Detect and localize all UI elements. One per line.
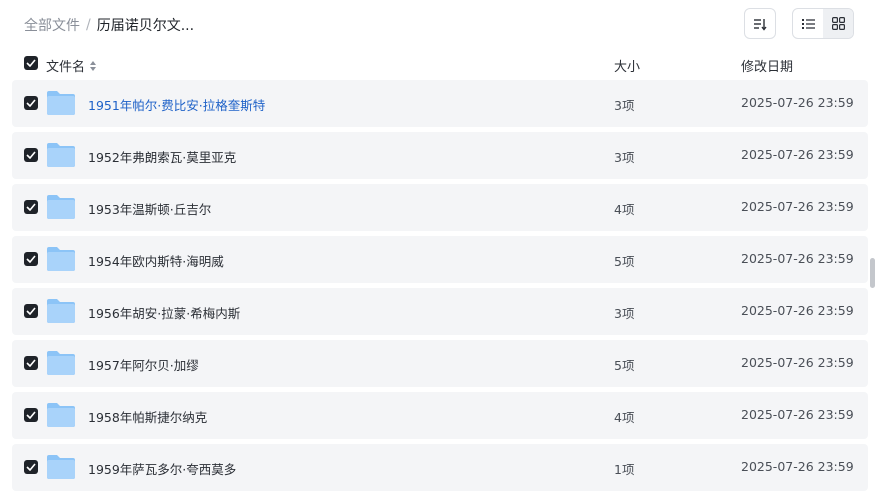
file-row[interactable]: 1956年胡安·拉蒙·希梅内斯 3项 2025-07-26 23:59: [12, 288, 868, 335]
breadcrumb-separator: /: [86, 17, 91, 33]
breadcrumb-current: 历届诺贝尔文...: [96, 18, 195, 34]
file-modified-date: 2025-07-26 23:59: [741, 459, 854, 474]
row-checkbox[interactable]: [24, 304, 38, 318]
checkmark-icon: [26, 463, 36, 471]
checkmark-icon: [26, 255, 36, 263]
folder-icon: [47, 403, 75, 427]
grid-view-icon: [831, 17, 845, 30]
file-name[interactable]: 1956年胡安·拉蒙·希梅内斯: [88, 303, 240, 322]
checkmark-icon: [26, 203, 36, 211]
file-row[interactable]: 1952年弗朗索瓦·莫里亚克 3项 2025-07-26 23:59: [12, 132, 868, 179]
column-header-name-label: 文件名: [46, 60, 86, 75]
select-all-checkbox[interactable]: [24, 56, 38, 71]
folder-icon: [47, 299, 75, 323]
file-item-count: 5项: [614, 358, 635, 373]
row-checkbox[interactable]: [24, 356, 38, 370]
scrollbar-thumb[interactable]: [870, 258, 875, 288]
top-bar: 全部文件 / 历届诺贝尔文...: [0, 0, 878, 48]
file-item-count: 3项: [614, 306, 635, 321]
checkmark-icon: [26, 151, 36, 159]
file-name[interactable]: 1953年温斯顿·丘吉尔: [88, 199, 211, 218]
row-checkbox[interactable]: [24, 148, 38, 162]
file-row[interactable]: 1958年帕斯捷尔纳克 4项 2025-07-26 23:59: [12, 392, 868, 439]
file-row[interactable]: 1959年萨瓦多尔·夸西莫多 1项 2025-07-26 23:59: [12, 444, 868, 491]
checkmark-icon: [26, 99, 36, 107]
file-item-count: 4项: [614, 410, 635, 425]
breadcrumb-root-link[interactable]: 全部文件: [24, 15, 80, 35]
file-modified-date: 2025-07-26 23:59: [741, 95, 854, 110]
file-modified-date: 2025-07-26 23:59: [741, 199, 854, 214]
sort-button[interactable]: [744, 8, 776, 39]
row-checkbox[interactable]: [24, 252, 38, 266]
file-row[interactable]: 1951年帕尔·费比安·拉格奎斯特 3项 2025-07-26 23:59: [12, 80, 868, 127]
file-name[interactable]: 1959年萨瓦多尔·夸西莫多: [88, 459, 236, 478]
file-name[interactable]: 1951年帕尔·费比安·拉格奎斯特: [88, 95, 265, 114]
file-row[interactable]: 1953年温斯顿·丘吉尔 4项 2025-07-26 23:59: [12, 184, 868, 231]
file-row[interactable]: 1954年欧内斯特·海明威 5项 2025-07-26 23:59: [12, 236, 868, 283]
list-view-button[interactable]: [793, 9, 823, 38]
row-checkbox[interactable]: [24, 460, 38, 474]
checkmark-icon: [26, 359, 36, 367]
file-name[interactable]: 1958年帕斯捷尔纳克: [88, 407, 207, 426]
file-name[interactable]: 1954年欧内斯特·海明威: [88, 251, 224, 270]
sort-icon: [754, 18, 767, 31]
file-item-count: 3项: [614, 98, 635, 113]
file-modified-date: 2025-07-26 23:59: [741, 251, 854, 266]
sort-toggle-icon: [90, 60, 97, 71]
file-modified-date: 2025-07-26 23:59: [741, 147, 854, 162]
checkmark-icon: [26, 307, 36, 315]
file-item-count: 5项: [614, 254, 635, 269]
view-toggle: [792, 8, 854, 39]
row-checkbox[interactable]: [24, 408, 38, 422]
column-header-modified[interactable]: 修改日期: [741, 56, 793, 75]
file-item-count: 1项: [614, 462, 635, 477]
breadcrumb: 全部文件 / 历届诺贝尔文...: [24, 15, 194, 35]
file-name[interactable]: 1957年阿尔贝·加缪: [88, 355, 199, 374]
file-name[interactable]: 1952年弗朗索瓦·莫里亚克: [88, 147, 236, 166]
file-list-header: 文件名 大小 修改日期: [0, 48, 878, 80]
file-item-count: 3项: [614, 150, 635, 165]
column-header-size[interactable]: 大小: [614, 56, 640, 75]
file-row[interactable]: 1957年阿尔贝·加缪 5项 2025-07-26 23:59: [12, 340, 868, 387]
grid-view-button[interactable]: [823, 9, 853, 38]
file-item-count: 4项: [614, 202, 635, 217]
column-header-name[interactable]: 文件名: [46, 56, 97, 75]
file-modified-date: 2025-07-26 23:59: [741, 355, 854, 370]
checkbox-checked-icon: [24, 56, 38, 70]
file-modified-date: 2025-07-26 23:59: [741, 407, 854, 422]
folder-icon: [47, 143, 75, 167]
folder-icon: [47, 91, 75, 115]
file-modified-date: 2025-07-26 23:59: [741, 303, 854, 318]
folder-icon: [47, 351, 75, 375]
row-checkbox[interactable]: [24, 200, 38, 214]
file-list: 1951年帕尔·费比安·拉格奎斯特 3项 2025-07-26 23:59 1952年…: [12, 80, 868, 495]
folder-icon: [47, 455, 75, 479]
folder-icon: [47, 195, 75, 219]
folder-icon: [47, 247, 75, 271]
list-view-icon: [801, 18, 815, 29]
checkmark-icon: [26, 411, 36, 419]
row-checkbox[interactable]: [24, 96, 38, 110]
